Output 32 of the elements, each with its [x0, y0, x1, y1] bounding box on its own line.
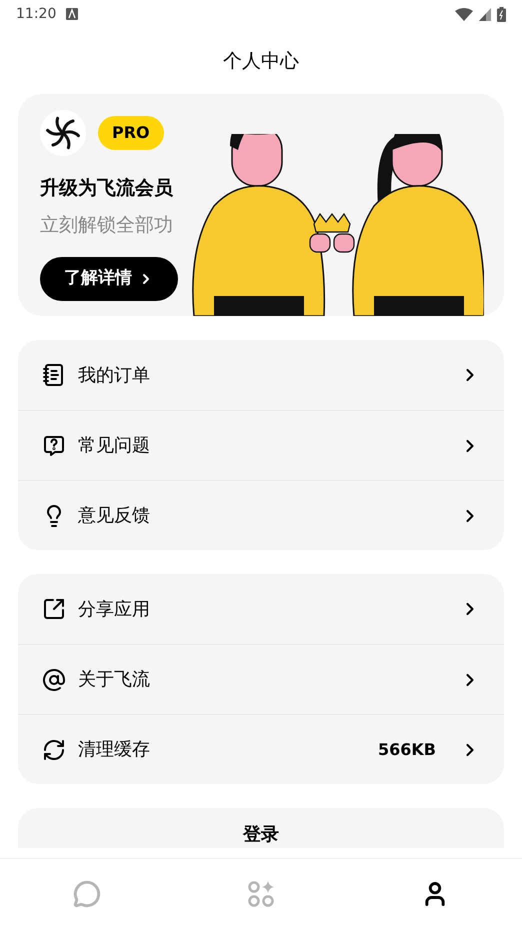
menu-item[interactable]: 我的订单 — [18, 340, 504, 410]
menu-label: 关于飞流 — [78, 668, 151, 692]
menu-item[interactable]: 关于飞流 — [18, 644, 504, 714]
cache-size: 566KB — [378, 738, 436, 760]
signal-icon — [479, 8, 491, 20]
apps-icon — [247, 880, 275, 908]
menu-label: 分享应用 — [78, 598, 151, 622]
menu-label: 清理缓存 — [78, 738, 151, 762]
menu-item[interactable]: 分享应用 — [18, 574, 504, 644]
notification-icon — [66, 8, 78, 20]
notebook-icon — [42, 363, 66, 387]
status-time: 11:20 — [16, 4, 56, 24]
menu-label: 常见问题 — [78, 434, 151, 458]
menu-item[interactable]: 清理缓存 566KB — [18, 714, 504, 784]
promo-subtitle: 立刻解锁全部功 — [40, 212, 173, 238]
app-logo-icon — [40, 110, 86, 156]
at-sign-icon — [42, 668, 66, 692]
promo-title: 升级为飞流会员 — [40, 176, 173, 201]
pro-badge: PRO — [98, 116, 164, 150]
wifi-icon — [455, 8, 473, 20]
menu-item[interactable]: 常见问题 — [18, 410, 504, 480]
details-button[interactable]: 了解详情 — [40, 257, 178, 301]
chat-icon — [73, 880, 101, 908]
battery-icon — [497, 6, 506, 22]
menu-label: 我的订单 — [78, 364, 151, 388]
question-bubble-icon — [42, 434, 66, 458]
login-button[interactable]: 登录 — [18, 808, 504, 848]
share-icon — [42, 597, 66, 621]
refresh-icon — [42, 738, 66, 762]
page-title: 个人中心 — [223, 48, 299, 74]
menu-item[interactable]: 意见反馈 — [18, 480, 504, 550]
menu-label: 意见反馈 — [78, 504, 151, 528]
